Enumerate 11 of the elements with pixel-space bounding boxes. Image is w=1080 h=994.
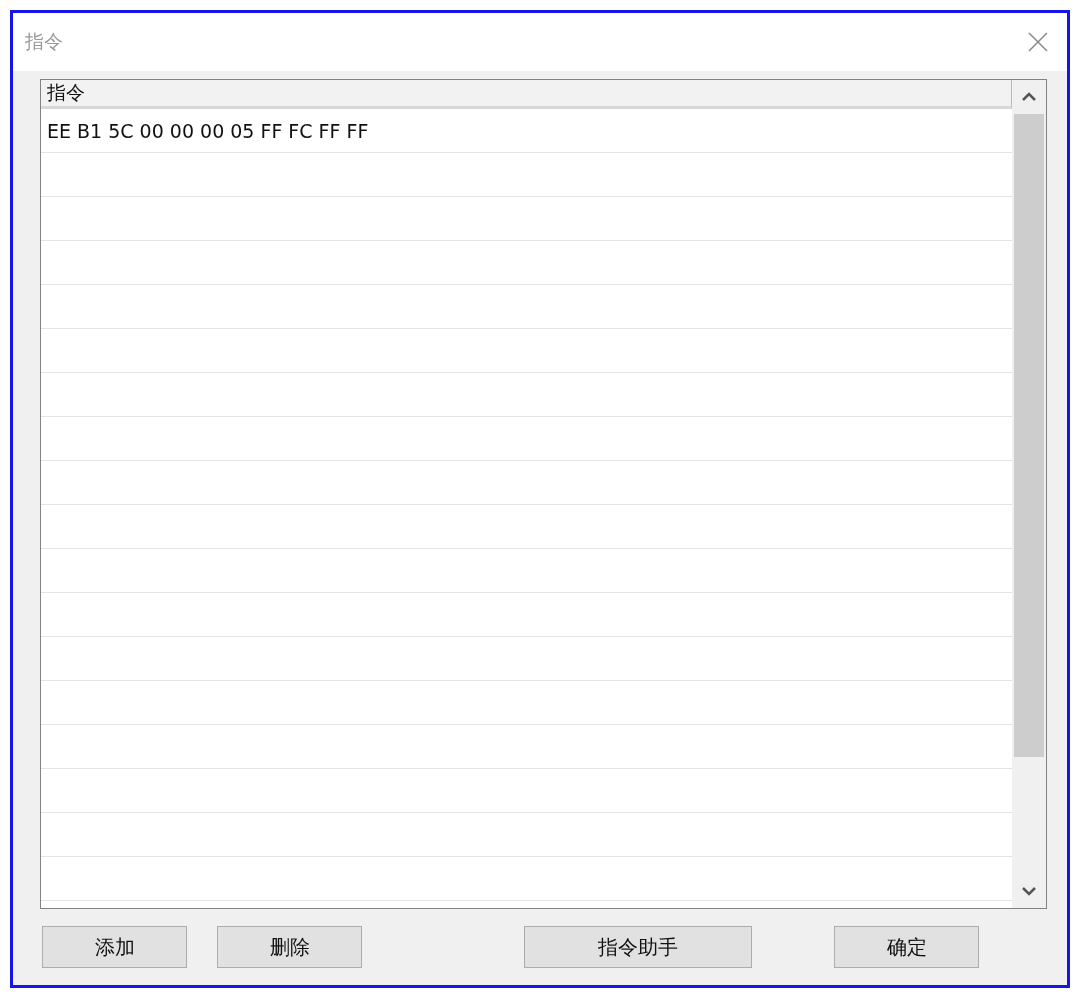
table-cell: EE B1 5C 00 00 00 05 FF FC FF FF: [47, 119, 369, 142]
scroll-thumb[interactable]: [1014, 114, 1044, 757]
dialog-button[interactable]: 指令助手: [524, 926, 752, 968]
scroll-down-icon[interactable]: [1021, 886, 1037, 896]
window-title: 指令: [25, 29, 63, 54]
scrollbar[interactable]: [1012, 80, 1046, 908]
scroll-up-icon[interactable]: [1021, 92, 1037, 102]
dialog-button[interactable]: 添加: [42, 926, 187, 968]
dialog-button[interactable]: 确定: [834, 926, 979, 968]
column-header[interactable]: 指令: [41, 80, 1012, 109]
dialog-button[interactable]: 删除: [217, 926, 362, 968]
